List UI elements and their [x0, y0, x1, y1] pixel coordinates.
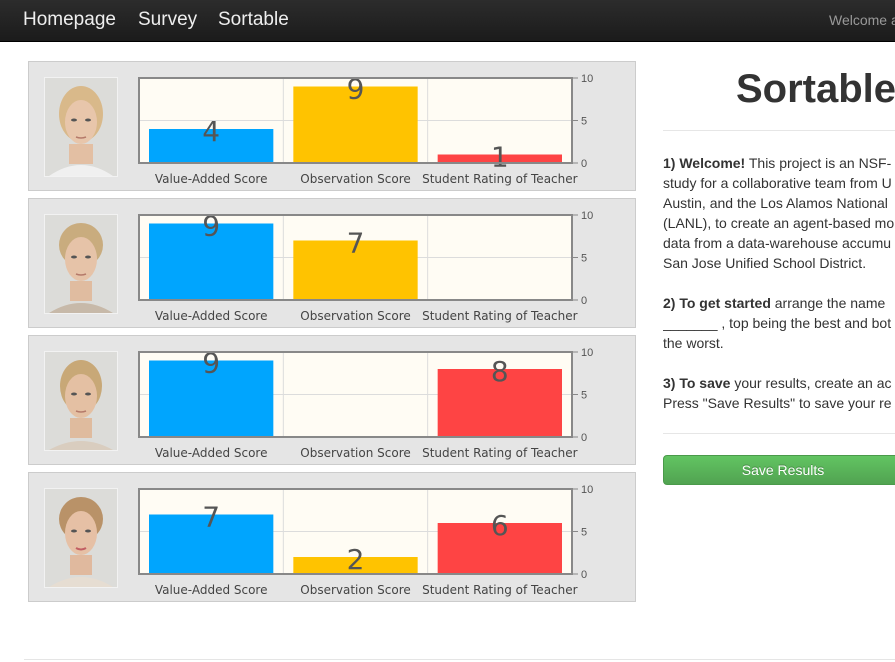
y-tick-label: 0	[581, 432, 587, 444]
step-save: 3) To save your results, create an ac Pr…	[663, 373, 895, 413]
bar-value-label: 4	[202, 115, 220, 148]
nav-link-sortable[interactable]: Sortable	[218, 9, 289, 31]
category-label: Student Rating of Teacher	[422, 446, 578, 460]
y-tick-label: 10	[581, 73, 593, 85]
category-label: Observation Score	[300, 583, 411, 597]
category-label: Value-Added Score	[155, 172, 268, 186]
y-tick-label: 10	[581, 347, 593, 359]
score-chart: 05109Value-Added Score7Observation Score…	[138, 210, 593, 323]
step-heading: 3) To save	[663, 375, 731, 391]
step-text: (LANL), to create an agent-based mo	[663, 215, 895, 231]
page-title: Sortable	[736, 67, 895, 111]
y-tick-label: 5	[581, 253, 587, 265]
teacher-card-3[interactable]: 0 5 10 9 Value-Added Score Observation Score 8…	[28, 335, 636, 465]
category-label: Observation Score	[300, 172, 411, 186]
bar-value-label: 6	[491, 509, 509, 542]
y-tick-label: 0	[581, 158, 587, 170]
category-label: Value-Added Score	[155, 583, 268, 597]
score-chart: 05104Value-Added Score9Observation Score…	[138, 73, 593, 186]
step-text: San Jose Unified School District.	[663, 255, 867, 271]
nav-link-survey[interactable]: Survey	[138, 9, 197, 31]
navbar: Homepage Survey Sortable Welcome a	[0, 0, 895, 42]
step-text: This project is an NSF-	[745, 155, 892, 171]
category-label: Observation Score	[300, 309, 411, 323]
bar-value-label: 8	[491, 355, 509, 388]
step-text: your results, create an ac	[730, 375, 892, 391]
bar-value-label: 7	[347, 227, 365, 260]
category-label: Observation Score	[300, 446, 411, 460]
category-label: Student Rating of Teacher	[422, 583, 578, 597]
step-text: arrange the name	[770, 295, 886, 311]
step-welcome: 1) Welcome! This project is an NSF- stud…	[663, 153, 895, 273]
welcome-text: Welcome a	[829, 12, 895, 28]
step-text: _______ , top being the best and bot	[663, 315, 892, 331]
teacher-card-2[interactable]: 0 5 10 9 Value-Added Score 7 Observation Score…	[28, 198, 636, 328]
step-get-started: 2) To get started arrange the name _____…	[663, 293, 895, 353]
category-label: Student Rating of Teacher	[422, 309, 578, 323]
step-text: study for a collaborative team from U	[663, 175, 892, 191]
divider	[663, 130, 895, 131]
teacher-card-1[interactable]: 0 5 10 4 Value-Added Score 9 Observation Score…	[28, 61, 636, 191]
footer-divider	[24, 659, 895, 660]
y-tick-label: 5	[581, 390, 587, 402]
y-tick-label: 5	[581, 116, 587, 128]
step-text: Press "Save Results" to save your re	[663, 395, 892, 411]
score-chart: 0 5 10 7 Value-Added Score 2 Observation Score…	[138, 484, 593, 597]
bar-value-label: 2	[347, 543, 365, 576]
y-tick-label: 0	[581, 295, 587, 307]
y-tick-label: 10	[581, 210, 593, 222]
y-tick-label: 5	[581, 527, 587, 539]
y-tick-label: 10	[581, 484, 593, 496]
bar-value-label: 1	[491, 141, 509, 174]
category-label: Student Rating of Teacher	[422, 172, 578, 186]
y-tick-label: 0	[581, 569, 587, 581]
teacher-card-4[interactable]: 0 5 10 7 Value-Added Score 2 Observation Score…	[28, 472, 636, 602]
bar-value-label: 7	[202, 501, 220, 534]
divider	[663, 433, 895, 434]
step-text: the worst.	[663, 335, 724, 351]
category-label: Value-Added Score	[155, 446, 268, 460]
step-text: Austin, and the Los Alamos National	[663, 195, 888, 211]
step-heading: 2) To get started	[663, 295, 771, 311]
nav-link-homepage[interactable]: Homepage	[23, 9, 116, 31]
category-label: Value-Added Score	[155, 309, 268, 323]
score-chart: 05109Value-Added Score Observation Score8…	[138, 347, 593, 460]
step-text: data from a data-warehouse accumu	[663, 235, 892, 251]
save-results-button[interactable]: Save Results	[663, 455, 895, 485]
step-heading: 1) Welcome!	[663, 155, 746, 171]
